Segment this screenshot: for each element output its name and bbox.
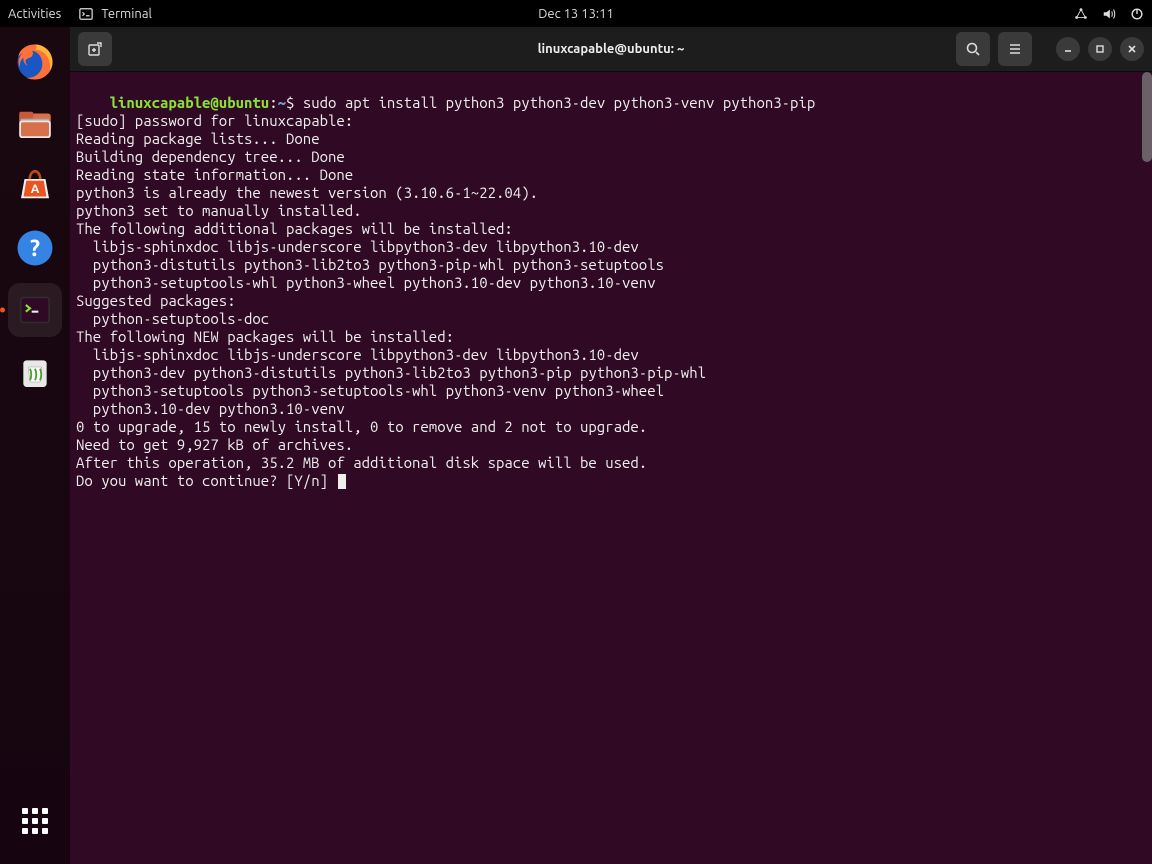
app-menu-label: Terminal [101,7,152,21]
output-line: python3-distutils python3-lib2to3 python… [76,256,664,273]
output-line: python3-dev python3-distutils python3-li… [76,364,706,381]
show-applications-button[interactable] [8,794,62,848]
output-line: Reading package lists... Done [76,130,320,147]
output-line: Suggested packages: [76,292,236,309]
clock[interactable]: Dec 13 13:11 [538,7,614,21]
prompt-colon: : [269,94,277,111]
window-title: linuxcapable@ubuntu: ~ [538,42,685,56]
output-line: libjs-sphinxdoc libjs-underscore libpyth… [76,238,639,255]
dock-item-help[interactable]: ? [8,221,62,275]
output-line: python-setuptools-doc [76,310,269,327]
output-line: Do you want to continue? [Y/n] [76,472,336,489]
ubuntu-dock: A ? [0,27,70,864]
power-icon[interactable] [1130,7,1144,21]
close-icon [1127,44,1137,54]
search-button[interactable] [956,32,990,66]
dock-item-software[interactable]: A [8,159,62,213]
output-line: libjs-sphinxdoc libjs-underscore libpyth… [76,346,639,363]
cursor [338,474,346,489]
dock-item-trash[interactable] [8,345,62,399]
output-line: python3-setuptools python3-setuptools-wh… [76,382,664,399]
maximize-button[interactable] [1088,37,1112,61]
apps-grid-icon [22,808,48,834]
svg-text:A: A [31,183,40,196]
terminal-window: linuxcapable@ubuntu: ~ [70,27,1152,864]
output-line: python3 set to manually installed. [76,202,362,219]
output-line: Building dependency tree... Done [76,148,345,165]
network-icon[interactable] [1074,7,1088,21]
output-line: Reading state information... Done [76,166,353,183]
minimize-icon [1063,44,1073,54]
output-line: The following NEW packages will be insta… [76,328,454,345]
trash-icon [15,352,55,392]
gnome-topbar: Activities Terminal Dec 13 13:11 [0,0,1152,27]
svg-text:?: ? [30,236,40,261]
output-line: python3.10-dev python3.10-venv [76,400,345,417]
dock-item-files[interactable] [8,97,62,151]
window-titlebar: linuxcapable@ubuntu: ~ [70,27,1152,72]
terminal-indicator-icon [79,7,93,21]
firefox-icon [14,41,56,83]
output-line: python3 is already the newest version (3… [76,184,538,201]
typed-command: sudo apt install python3 python3-dev pyt… [303,94,815,111]
dock-item-terminal[interactable] [8,283,62,337]
activities-button[interactable]: Activities [8,7,61,21]
scrollbar-thumb[interactable] [1142,72,1152,162]
output-line: After this operation, 35.2 MB of additio… [76,454,647,471]
software-icon: A [14,165,56,207]
output-line: The following additional packages will b… [76,220,513,237]
output-line: [sudo] password for linuxcapable: [76,112,362,129]
menu-button[interactable] [998,32,1032,66]
close-button[interactable] [1120,37,1144,61]
hamburger-icon [1007,41,1023,57]
prompt-path: ~ [278,94,286,111]
maximize-icon [1095,44,1105,54]
app-menu[interactable]: Terminal [79,7,152,21]
prompt-user-host: linuxcapable@ubuntu [110,94,270,111]
help-icon: ? [14,227,56,269]
output-line: Need to get 9,927 kB of archives. [76,436,353,453]
new-tab-icon [87,41,103,57]
terminal-icon [15,290,55,330]
search-icon [965,41,981,57]
output-line: 0 to upgrade, 15 to newly install, 0 to … [76,418,647,435]
output-line: python3-setuptools-whl python3-wheel pyt… [76,274,656,291]
new-tab-button[interactable] [78,32,112,66]
minimize-button[interactable] [1056,37,1080,61]
prompt-dollar: $ [286,94,303,111]
dock-item-firefox[interactable] [8,35,62,89]
files-icon [14,103,56,145]
clock-label: Dec 13 13:11 [538,7,614,21]
terminal-viewport[interactable]: linuxcapable@ubuntu:~$ sudo apt install … [70,72,1152,864]
volume-icon[interactable] [1102,7,1116,21]
